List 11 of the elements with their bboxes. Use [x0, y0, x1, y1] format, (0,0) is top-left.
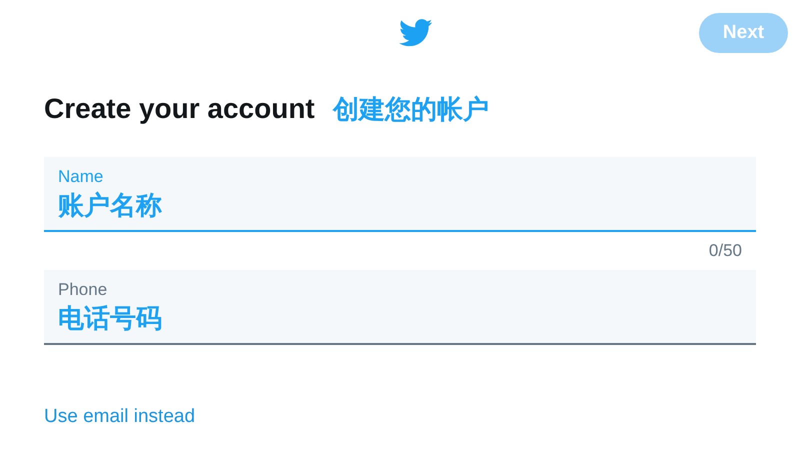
field-value: 账户名称: [58, 189, 162, 222]
title-annotation: 创建您的帐户: [332, 93, 489, 126]
text-field[interactable]: Name 账户名称: [44, 157, 756, 232]
text-field[interactable]: Phone 电话号码: [44, 270, 756, 345]
bird-logo-icon: [399, 19, 433, 47]
character-counter: 0/50: [708, 241, 742, 260]
page-title: Create your account: [44, 93, 315, 125]
field-label: Phone: [58, 279, 108, 301]
field-label: Name: [58, 166, 104, 188]
use-email-link[interactable]: Use email instead: [44, 406, 196, 428]
field-value: 电话号码: [58, 302, 162, 335]
